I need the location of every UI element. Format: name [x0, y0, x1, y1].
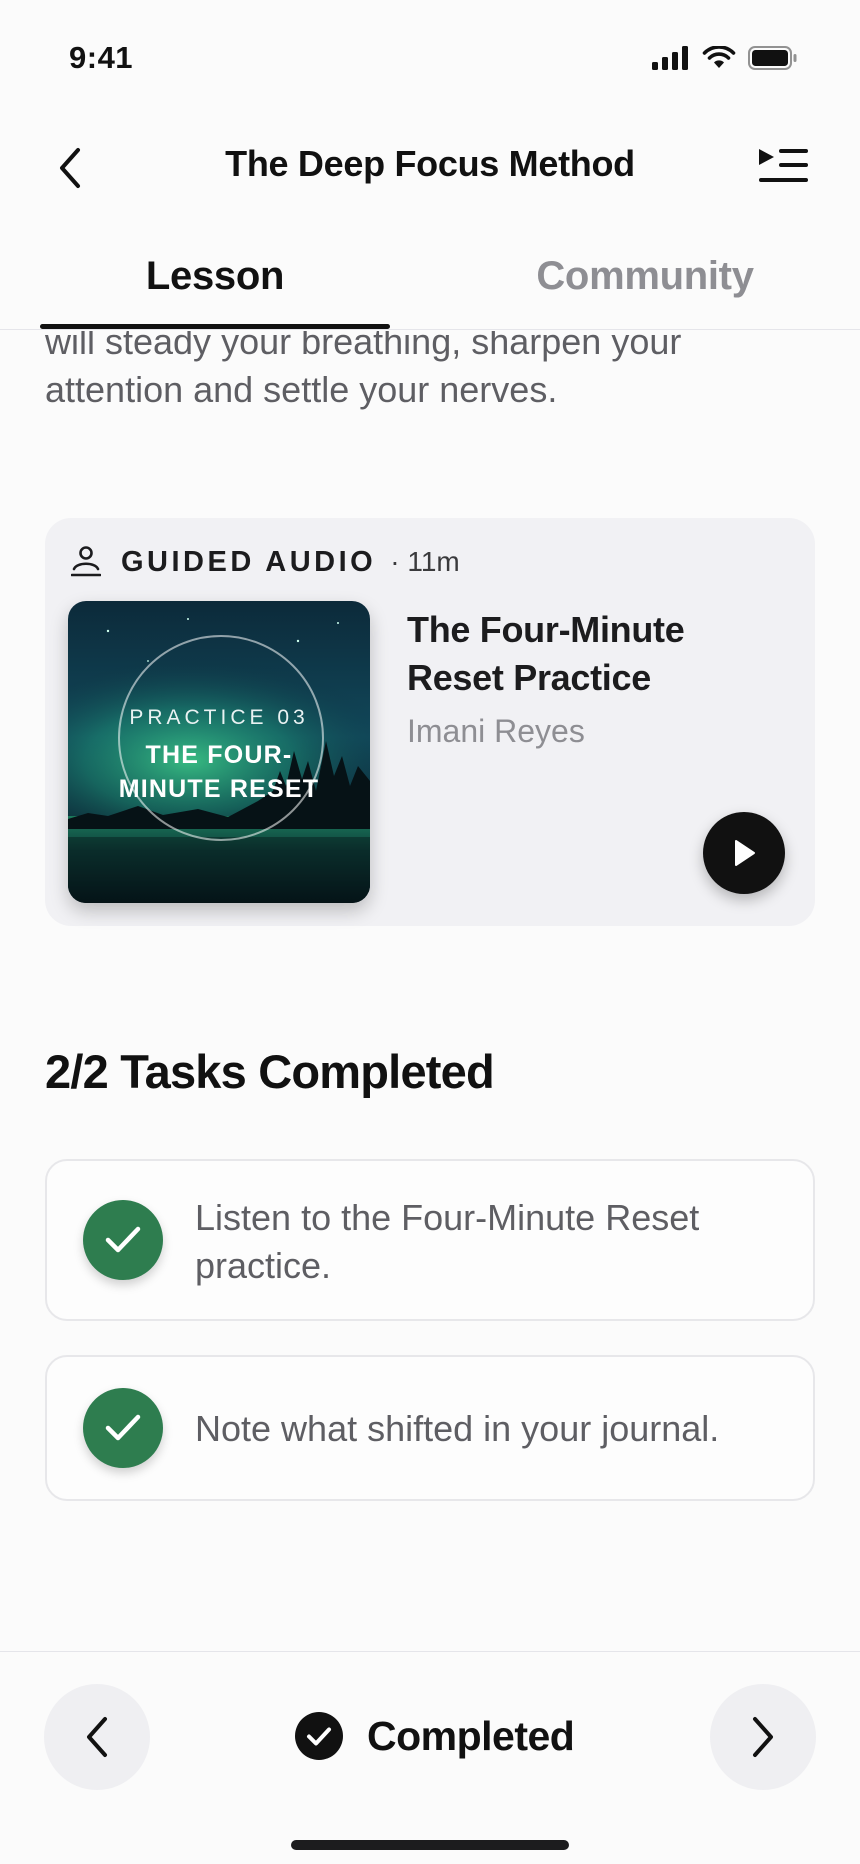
checkmark-icon — [105, 1414, 141, 1441]
intro-text: will steady your breathing, sharpen your… — [45, 331, 682, 410]
tab-community[interactable]: Community — [470, 254, 820, 299]
audio-author: Imani Reyes — [407, 713, 585, 749]
wifi-icon — [702, 46, 736, 68]
home-indicator[interactable] — [291, 1840, 569, 1850]
lesson-screen: 9:41 The Deep Focus Method Lesson Commun… — [0, 0, 860, 1864]
artwork-title: THE FOUR- MINUTE RESET — [68, 738, 370, 806]
task-item[interactable]: Note what shifted in your journal. — [45, 1355, 815, 1501]
tasks-heading: 2/2 Tasks Completed — [45, 1045, 495, 1098]
play-icon — [735, 840, 755, 866]
task-checkbox[interactable] — [83, 1200, 163, 1280]
cellular-signal-icon — [652, 46, 688, 70]
checkmark-icon — [105, 1226, 141, 1253]
audio-kicker-label: GUIDED AUDIO — [121, 545, 377, 578]
meditation-person-icon — [71, 546, 101, 577]
task-item[interactable]: Listen to the Four-Minute Reset practice… — [45, 1159, 815, 1321]
play-button[interactable] — [703, 812, 785, 894]
active-tab-indicator — [40, 324, 390, 329]
completed-label: Completed — [367, 1712, 575, 1759]
intro-text-container: will steady your breathing, sharpen your… — [0, 331, 860, 431]
completed-toggle[interactable]: Completed — [295, 1712, 575, 1760]
artwork-title-line1: THE FOUR- — [145, 741, 293, 769]
next-lesson-button[interactable] — [710, 1684, 816, 1790]
audio-duration: · 11m — [390, 546, 460, 577]
status-icons — [652, 46, 798, 70]
artwork-title-line2: MINUTE RESET — [118, 775, 320, 803]
outline-menu-button[interactable] — [756, 146, 810, 186]
status-bar: 9:41 — [0, 0, 860, 118]
audio-kicker: GUIDED AUDIO · 11m — [71, 542, 460, 582]
chevron-right-icon — [753, 1717, 773, 1757]
artwork-kicker: PRACTICE 03 — [129, 706, 309, 729]
task-text: Note what shifted in your journal. — [195, 1408, 720, 1449]
guided-audio-card[interactable]: GUIDED AUDIO · 11m PRACTICE 03 THE FOUR-… — [45, 518, 815, 926]
check-circle-icon — [295, 1712, 343, 1760]
task-checkbox[interactable] — [83, 1388, 163, 1468]
playlist-menu-icon — [759, 149, 808, 182]
bottom-bar: Completed — [0, 1651, 860, 1864]
tab-lesson[interactable]: Lesson — [40, 254, 390, 299]
previous-lesson-button[interactable] — [44, 1684, 150, 1790]
audio-artwork[interactable]: PRACTICE 03 THE FOUR- MINUTE RESET — [68, 601, 370, 903]
audio-title: The Four-Minute Reset Practice — [407, 609, 685, 698]
status-time: 9:41 — [69, 40, 134, 75]
chevron-left-icon — [87, 1717, 107, 1757]
battery-icon — [748, 46, 797, 70]
page-title: The Deep Focus Method — [225, 143, 635, 184]
task-text: Listen to the Four-Minute Reset practice… — [195, 1197, 700, 1286]
tab-bar: Lesson Community — [0, 238, 860, 330]
